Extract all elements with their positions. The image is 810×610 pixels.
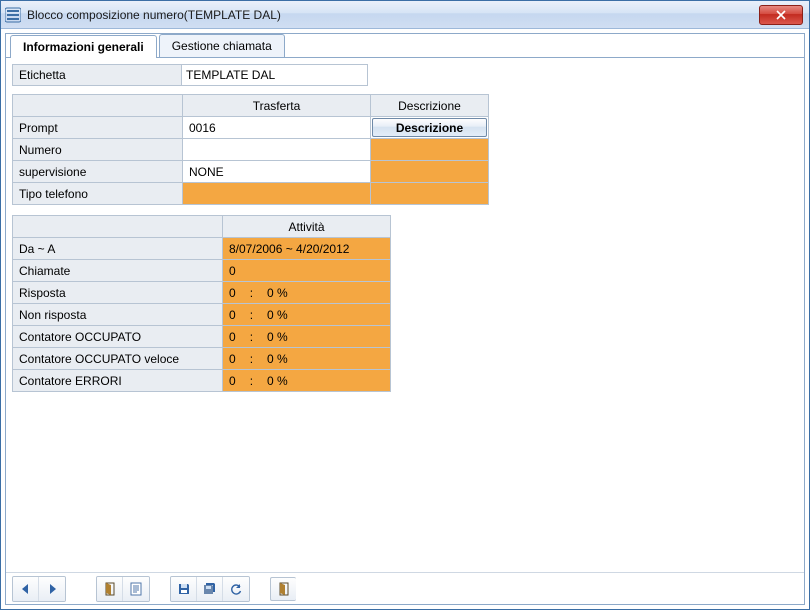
- row-tipo-label: Tipo telefono: [13, 183, 183, 205]
- client-area: Informazioni generali Gestione chiamata …: [5, 33, 805, 605]
- attivita-hdr: Attività: [223, 216, 391, 238]
- row-nonrisposta-label: Non risposta: [13, 304, 223, 326]
- window-title: Blocco composizione numero(TEMPLATE DAL): [27, 8, 759, 22]
- row-da-a-label: Da ~ A: [13, 238, 223, 260]
- row-risposta-label: Risposta: [13, 282, 223, 304]
- close-button[interactable]: [759, 5, 803, 25]
- trasferta-hdr-descrizione: Descrizione: [371, 95, 489, 117]
- trasferta-table: Trasferta Descrizione Prompt 0016 Descri…: [12, 94, 489, 205]
- doc-button-1[interactable]: [97, 577, 123, 601]
- etichetta-input[interactable]: [182, 64, 368, 86]
- row-errori-value: 0:0 %: [223, 370, 391, 392]
- row-supervisione-value[interactable]: NONE: [183, 161, 371, 183]
- row-tipo-desc: [371, 183, 489, 205]
- exit-button[interactable]: [270, 577, 296, 601]
- nav-next-button[interactable]: [39, 577, 65, 601]
- attivita-table: Attività Da ~ A 8/07/2006 ~ 4/20/2012 Ch…: [12, 215, 391, 392]
- floppy-icon: [177, 582, 191, 596]
- refresh-button[interactable]: [223, 577, 249, 601]
- descrizione-button[interactable]: Descrizione: [372, 118, 487, 137]
- row-risposta-value: 0:0 %: [223, 282, 391, 304]
- attivita-hdr-empty: [13, 216, 223, 238]
- tab-panel-general: Etichetta Trasferta Descrizione Prompt 0…: [6, 58, 804, 572]
- row-prompt-label: Prompt: [13, 117, 183, 139]
- trasferta-hdr-trasferta: Trasferta: [183, 95, 371, 117]
- row-errori-label: Contatore ERRORI: [13, 370, 223, 392]
- tab-call[interactable]: Gestione chiamata: [159, 34, 285, 57]
- row-occupato-label: Contatore OCCUPATO: [13, 326, 223, 348]
- row-chiamate-value: 0: [223, 260, 391, 282]
- close-icon: [776, 10, 786, 20]
- floppy-multi-icon: [203, 582, 217, 596]
- row-prompt-desc-cell: Descrizione: [371, 117, 489, 139]
- tabstrip: Informazioni generali Gestione chiamata: [6, 34, 804, 58]
- etichetta-label: Etichetta: [12, 64, 182, 86]
- app-icon: [5, 7, 21, 23]
- row-occveloce-value: 0:0 %: [223, 348, 391, 370]
- row-prompt-value[interactable]: 0016: [183, 117, 371, 139]
- row-numero-value[interactable]: [183, 139, 371, 161]
- row-chiamate-label: Chiamate: [13, 260, 223, 282]
- etichetta-row: Etichetta: [12, 64, 798, 86]
- page-icon: [129, 582, 143, 596]
- row-supervisione-desc: [371, 161, 489, 183]
- row-supervisione-label: supervisione: [13, 161, 183, 183]
- trasferta-hdr-empty: [13, 95, 183, 117]
- doc-group: [96, 576, 150, 602]
- save-all-button[interactable]: [197, 577, 223, 601]
- tab-general[interactable]: Informazioni generali: [10, 35, 157, 58]
- nav-group: [12, 576, 66, 602]
- door-open-icon: [103, 582, 117, 596]
- door-exit-icon: [277, 582, 291, 596]
- row-numero-label: Numero: [13, 139, 183, 161]
- nav-prev-button[interactable]: [13, 577, 39, 601]
- bottom-toolbar: [6, 572, 804, 604]
- row-nonrisposta-value: 0:0 %: [223, 304, 391, 326]
- row-occupato-value: 0:0 %: [223, 326, 391, 348]
- row-numero-desc: [371, 139, 489, 161]
- save-group: [170, 576, 250, 602]
- titlebar: Blocco composizione numero(TEMPLATE DAL): [1, 1, 809, 29]
- app-window: Blocco composizione numero(TEMPLATE DAL)…: [0, 0, 810, 610]
- row-da-a-value: 8/07/2006 ~ 4/20/2012: [223, 238, 391, 260]
- arrow-right-icon: [45, 582, 59, 596]
- save-button[interactable]: [171, 577, 197, 601]
- arrow-left-icon: [19, 582, 33, 596]
- row-occveloce-label: Contatore OCCUPATO veloce: [13, 348, 223, 370]
- doc-button-2[interactable]: [123, 577, 149, 601]
- row-tipo-value[interactable]: [183, 183, 371, 205]
- refresh-icon: [229, 582, 243, 596]
